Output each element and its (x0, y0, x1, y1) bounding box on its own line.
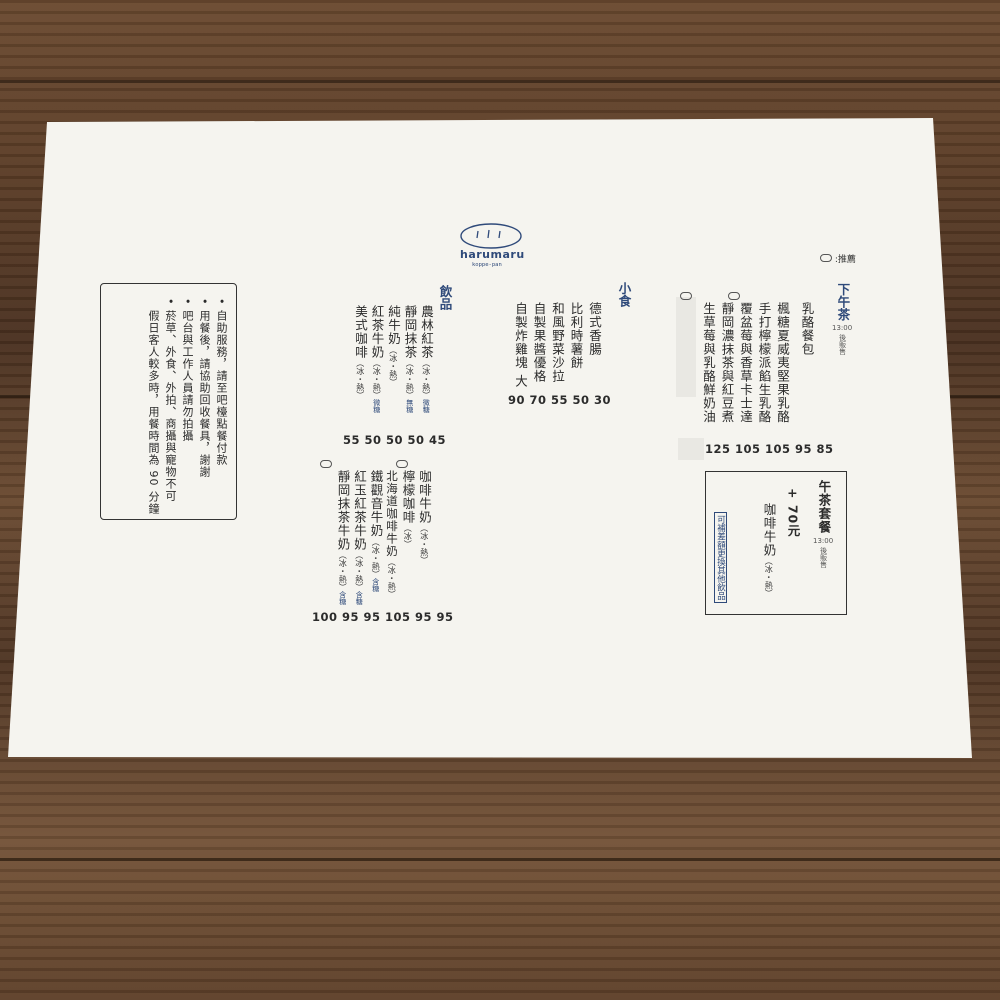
wood-seam (0, 858, 1000, 861)
drink-temp: （冰・熱） (405, 359, 415, 399)
drink-sugar-tag: 無糖 (405, 399, 414, 413)
menu-sheet: harumaru koppe-pan :推薦 • 自助服務，請至吧檯點餐付款 •… (0, 0, 1000, 1000)
recommend-legend: :推薦 (820, 252, 856, 265)
drink-item: 北海道咖啡牛奶 （冰・熱） (385, 470, 399, 600)
afternoon-tea-label: 下午茶 13:00 後販售 (832, 283, 852, 355)
wood-seam (0, 395, 1000, 398)
tea-set-box (705, 471, 847, 615)
bread-icon (728, 292, 740, 300)
drink-sugar-tag: 含糖 (338, 591, 347, 605)
drink-temp: （冰・熱） (338, 551, 348, 591)
logo-name: harumaru (460, 248, 525, 261)
drink-sugar-tag: 微糖 (422, 399, 431, 413)
rule-line: • 自助服務，請至吧檯點餐付款 (215, 298, 228, 466)
drink-temp: （冰・熱） (355, 359, 365, 399)
logo: harumaru koppe-pan (458, 220, 524, 270)
drinks-group-2: 咖啡牛奶 （冰・熱） 檸檬咖啡 （冰） 北海道咖啡牛奶 （冰・熱） 鐵觀音牛奶 … (318, 470, 433, 605)
snacks-list: 德式香腸 比利時薯餅 和風野菜沙拉 自製果醬優格 自製炸雞塊 大 (508, 302, 602, 392)
drink-item: 靜岡抹茶 （冰・熱） 無糖 (402, 305, 418, 415)
drink-temp: （冰・熱） (419, 524, 429, 564)
snack-item: 德式香腸 (587, 302, 602, 356)
tea-set-drink: 咖啡牛奶 （冰・熱） (761, 503, 777, 597)
drink-name: 鐵觀音牛奶 (368, 470, 384, 538)
afternoon-tea-time: 13:00 (832, 323, 853, 332)
snack-item: 自製炸雞塊 大 (513, 302, 528, 388)
bread-prices: 125 105 105 95 85 (705, 442, 834, 456)
tea-set-plus-price: + 70元 (785, 488, 801, 538)
bread-list: 楓糖夏威夷堅果乳酪 手打檸檬派餡生乳酪 覆盆莓與香草卡士達 靜岡濃抹茶與紅豆煮 … (700, 302, 790, 424)
drink-item: 靜岡抹茶牛奶 （冰・熱） 含糖 (335, 470, 351, 605)
drink-temp: （冰・熱） (354, 551, 364, 591)
tea-set-change-note: 可補差額更換其他飲品 (714, 512, 727, 603)
tea-set-drink-temp: （冰・熱） (764, 557, 774, 597)
bread-item: 靜岡濃抹茶與紅豆煮 (719, 302, 735, 424)
tea-set-drink-name: 咖啡牛奶 (761, 503, 777, 557)
bread-icon (396, 460, 408, 468)
drink-item: 農林紅茶 （冰・熱） 微糖 (419, 305, 434, 415)
rule-line: 假日客人較多時，用餐時間為 90 分鐘 (147, 298, 160, 515)
bread-icon (680, 292, 692, 300)
drink-name: 咖啡牛奶 (417, 470, 432, 524)
drink-sugar-tag: 含糖 (355, 591, 364, 605)
drink-item: 鐵觀音牛奶 （冰・熱） 含糖 (368, 470, 384, 600)
afternoon-tea-note: 後販售 (838, 333, 847, 355)
bread-item: 手打檸檬派餡生乳酪 (756, 302, 772, 424)
drink-name: 農林紅茶 (419, 305, 434, 359)
drink-name: 靜岡抹茶牛奶 (335, 470, 351, 551)
drink-sugar-tag: 含糖 (371, 577, 380, 592)
rule-line: • 菸草、外食、外拍、商攝與寵物不可 (164, 298, 177, 502)
bread-item: 楓糖夏威夷堅果乳酪 (775, 302, 790, 424)
faded-strip (676, 297, 696, 397)
wood-seam (0, 80, 1000, 83)
drink-item: 紅茶牛奶 （冰・熱） 微糖 (369, 305, 385, 415)
bread-icon (820, 254, 832, 262)
snack-item: 自製果醬優格 (531, 302, 547, 383)
drink-name: 紅茶牛奶 (369, 305, 385, 359)
drink-temp: （冰・熱） (388, 345, 398, 386)
bread-logo-icon (460, 223, 522, 249)
drink-name: 靜岡抹茶 (402, 305, 418, 359)
rules-list: • 自助服務，請至吧檯點餐付款 • 用餐後，請協助回收餐具，謝謝 • 吧台與工作… (112, 298, 228, 515)
bread-item: 生草莓與乳酪鮮奶油 (701, 302, 716, 424)
drink-temp: （冰） (403, 524, 413, 548)
drink-name: 美式咖啡 (353, 305, 368, 359)
bread-heading: 乳酪餐包 (799, 302, 815, 356)
paper-background (8, 118, 972, 758)
rule-line: • 用餐後，請協助回收餐具，謝謝 (198, 298, 211, 478)
drink-name: 檸檬咖啡 (400, 470, 416, 524)
drinks-group-1-prices: 55 50 50 50 45 (343, 433, 447, 447)
afternoon-tea-heading: 下午茶 (835, 283, 851, 321)
logo-subtitle: koppe-pan (472, 262, 502, 268)
rules-box (100, 283, 237, 520)
drink-name: 純牛奶 (386, 305, 401, 346)
drink-name: 北海道咖啡牛奶 (385, 470, 399, 558)
tea-set-heading: 午茶套餐 (816, 480, 832, 534)
drink-item: 美式咖啡 （冰・熱） (353, 305, 368, 415)
drinks-heading: 飲品 (437, 285, 453, 310)
drinks-group-1: 農林紅茶 （冰・熱） 微糖 靜岡抹茶 （冰・熱） 無糖 純牛奶 （冰・熱） 紅茶… (342, 305, 434, 415)
tea-set-time: 13:00 (813, 537, 834, 545)
snack-item: 和風野菜沙拉 (550, 302, 565, 383)
drink-item: 純牛奶 （冰・熱） (386, 305, 401, 415)
drink-item: 咖啡牛奶 （冰・熱） (417, 470, 432, 600)
drink-item: 檸檬咖啡 （冰） (400, 470, 416, 600)
tea-set-note: 後販售 (819, 547, 828, 568)
bread-icon (320, 460, 332, 468)
drink-name: 紅玉紅茶牛奶 (352, 470, 367, 551)
drink-temp: （冰・熱） (421, 359, 431, 399)
drink-temp: （冰・熱） (371, 537, 381, 578)
snacks-heading: 小食 (616, 282, 632, 307)
recommend-legend-label: :推薦 (834, 255, 856, 265)
drink-sugar-tag: 微糖 (372, 399, 381, 413)
faded-strip (678, 438, 704, 460)
snack-item: 比利時薯餅 (568, 302, 584, 370)
drink-temp: （冰・熱） (372, 359, 382, 399)
tea-set-title-block: 午茶套餐 13:00 後販售 (813, 480, 833, 568)
drink-item: 紅玉紅茶牛奶 （冰・熱） 含糖 (352, 470, 367, 605)
drinks-group-2-prices: 100 95 95 105 95 95 (312, 610, 454, 624)
bread-item: 覆盆莓與香草卡士達 (738, 302, 753, 424)
rule-line: • 吧台與工作人員請勿拍攝 (181, 298, 194, 442)
drink-temp: （冰・熱） (387, 557, 397, 598)
